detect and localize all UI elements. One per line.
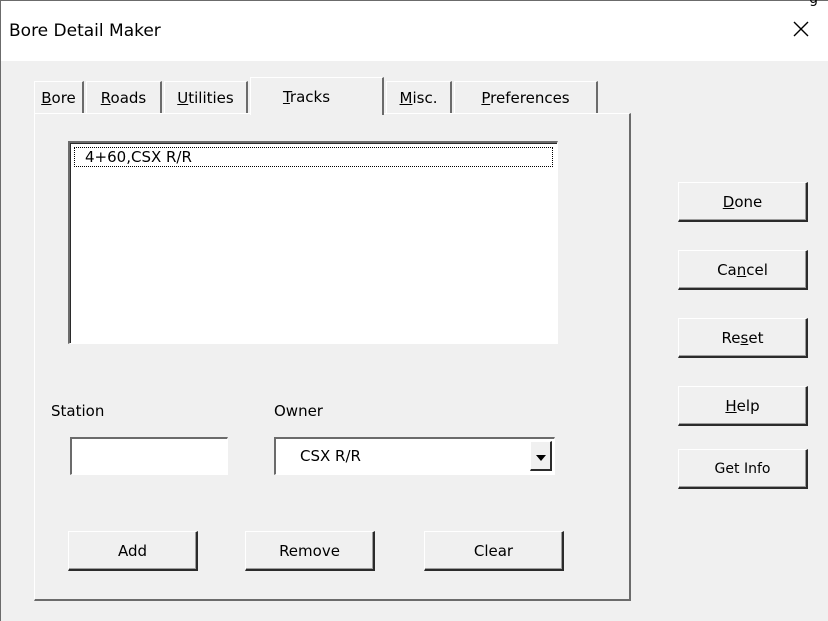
station-input[interactable] [70,437,228,475]
tab-label: Preferences [481,88,570,107]
window-border [0,0,1,621]
owner-dropdown-button[interactable] [530,441,552,471]
title-bar[interactable]: Bore Detail Maker g [1,0,828,61]
tab-label: Roads [100,88,147,107]
button-label: Help [725,396,760,415]
station-label: Station [51,402,105,420]
remove-button[interactable]: Remove [245,531,375,571]
button-label: Reset [721,328,764,347]
add-button[interactable]: Add [68,531,198,571]
owner-label: Owner [274,402,323,420]
tab-label: Bore [41,88,76,107]
tab-preferences[interactable]: Preferences [454,81,598,113]
tracks-listbox[interactable]: 4+60,CSX R/R [68,141,558,344]
tab-tracks[interactable]: Tracks [250,77,384,115]
clear-button[interactable]: Clear [424,531,564,571]
tab-strip: Bore Roads Utilities Tracks Misc. Prefer… [34,77,634,115]
tab-misc[interactable]: Misc. [386,81,452,113]
tab-bore[interactable]: Bore [34,81,84,113]
window-title: Bore Detail Maker [9,21,161,41]
close-icon [793,21,809,41]
done-button[interactable]: Done [678,182,808,222]
tab-label: Tracks [282,87,331,106]
dialog-window: Bore Detail Maker g Bore Roads Utilities… [0,0,828,621]
close-button[interactable] [774,1,828,61]
get-info-button[interactable]: Get Info [678,449,808,489]
reset-button[interactable]: Reset [678,318,808,358]
button-label: Cancel [717,260,768,279]
tab-label: Utilities [177,88,234,107]
list-item[interactable]: 4+60,CSX R/R [74,147,553,167]
button-label: Get Info [714,460,771,477]
button-label: Done [722,192,763,211]
owner-combobox[interactable]: CSX R/R [274,437,555,475]
help-button[interactable]: Help [678,386,808,426]
owner-selected-value: CSX R/R [300,447,361,465]
tab-utilities[interactable]: Utilities [164,81,248,113]
tab-label: Misc. [399,88,438,107]
chevron-down-icon [535,446,546,465]
cancel-button[interactable]: Cancel [678,250,808,290]
tab-roads[interactable]: Roads [86,81,162,113]
